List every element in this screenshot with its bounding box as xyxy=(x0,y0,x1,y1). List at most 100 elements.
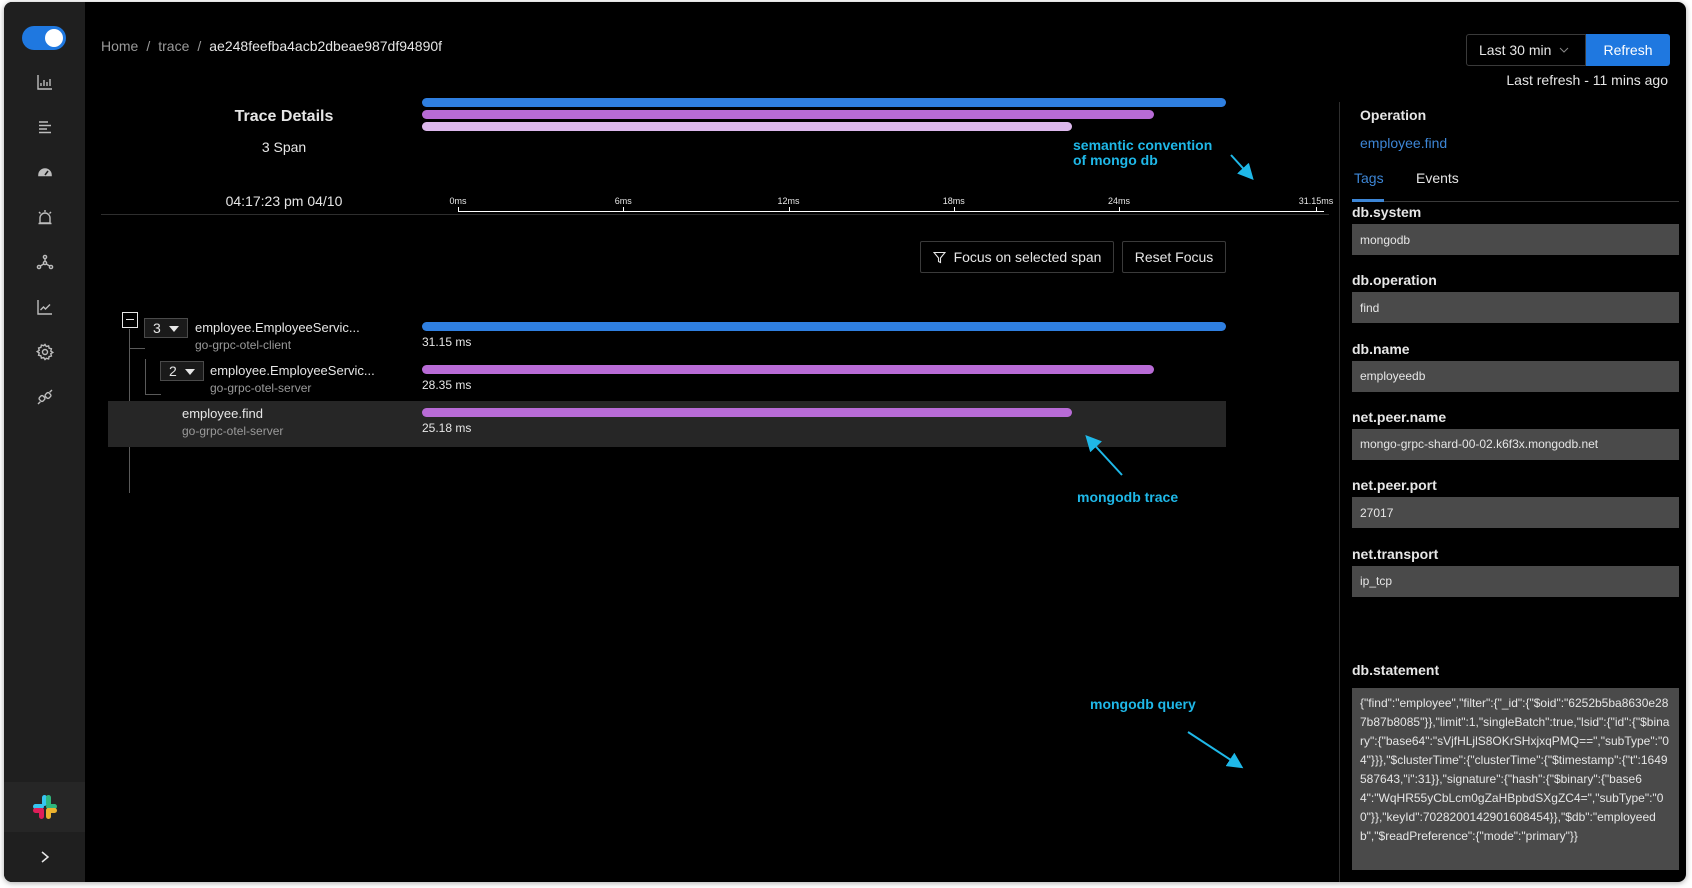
tag-key-db-statement: db.statement xyxy=(1352,662,1440,678)
refresh-button[interactable]: Refresh xyxy=(1586,34,1670,66)
graph-nodes-icon xyxy=(36,254,53,270)
tag-key: net.peer.name xyxy=(1352,408,1447,425)
span-children-toggle[interactable]: 2 xyxy=(160,361,204,381)
span-service: go-grpc-otel-server xyxy=(210,381,312,395)
annotation-semantic-convention: semantic convention of mongo db xyxy=(1073,138,1212,168)
caret-down-icon xyxy=(185,369,195,375)
axis-tick-label: 0ms xyxy=(449,196,467,206)
focus-selected-span-button[interactable]: Focus on selected span xyxy=(920,241,1114,273)
span-duration-label: 31.15 ms xyxy=(422,335,472,349)
sidebar-item-alerts[interactable] xyxy=(4,195,85,239)
sidebar-item-settings[interactable] xyxy=(4,330,85,374)
operation-value[interactable]: employee.find xyxy=(1360,135,1447,151)
axis-tick xyxy=(1119,207,1121,212)
breadcrumb-separator: / xyxy=(146,38,151,54)
time-range-select[interactable]: Last 30 min xyxy=(1466,34,1586,66)
details-tabs: Tags Events xyxy=(1352,162,1679,202)
span-name: employee.EmployeeServic... xyxy=(195,320,360,335)
annotation-mongodb-query: mongodb query xyxy=(1090,696,1196,712)
breadcrumb-home[interactable]: Home xyxy=(101,38,138,54)
alarm-icon xyxy=(38,210,51,225)
tag-value: employeedb xyxy=(1352,360,1679,392)
plug-icon xyxy=(37,389,52,405)
breadcrumb-trace-id: ae248feefba4acb2dbeae987df94890f xyxy=(209,38,443,54)
breadcrumb-trace[interactable]: trace xyxy=(158,38,189,54)
tag-value: ip_tcp xyxy=(1352,565,1679,597)
axis-tick xyxy=(623,207,625,212)
sidebar-item-metrics[interactable] xyxy=(4,285,85,329)
tab-events[interactable]: Events xyxy=(1416,170,1459,196)
children-count: 3 xyxy=(153,320,161,336)
tag-value: mongodb xyxy=(1352,224,1679,255)
axis-tick-label: 24ms xyxy=(1108,196,1131,206)
slack-icon xyxy=(32,795,57,819)
axis-tick-label: 6ms xyxy=(614,196,632,206)
header-divider xyxy=(101,214,1329,215)
span-duration-label: 25.18 ms xyxy=(422,421,472,435)
axis-tick xyxy=(953,207,955,212)
chevron-right-icon xyxy=(41,851,49,863)
axis-tick xyxy=(1316,207,1317,212)
tag-key: net.peer.port xyxy=(1352,477,1437,494)
axis-tick xyxy=(788,207,790,212)
minimap-bar xyxy=(422,98,1226,107)
theme-toggle[interactable] xyxy=(22,26,66,50)
toggle-knob xyxy=(45,29,63,47)
sidebar-item-services[interactable] xyxy=(4,60,85,104)
annotation-mongodb-trace: mongodb trace xyxy=(1077,489,1179,505)
bar-chart-icon xyxy=(36,75,52,90)
sidebar-item-traces[interactable] xyxy=(4,105,85,149)
panel-divider xyxy=(1339,102,1340,882)
gear-icon xyxy=(35,343,54,361)
reset-focus-button[interactable]: Reset Focus xyxy=(1122,241,1226,273)
sidebar-item-dashboard[interactable] xyxy=(4,150,85,194)
slack-button[interactable] xyxy=(4,782,85,832)
tab-tags[interactable]: Tags xyxy=(1354,170,1384,196)
tag-value: mongo-grpc-shard-00-02.k6f3x.mongodb.net xyxy=(1352,428,1679,460)
tag-value: 27017 xyxy=(1352,497,1679,529)
trace-title: Trace Details xyxy=(234,108,334,125)
tab-tags-label: Tags xyxy=(1354,170,1384,186)
axis-line xyxy=(458,211,1324,212)
tag-key: db.name xyxy=(1352,340,1410,357)
span-children-toggle[interactable]: 3 xyxy=(144,318,188,338)
axis-tick-label: 18ms xyxy=(942,196,965,206)
axis-tick-label: 12ms xyxy=(777,196,800,206)
filter-icon xyxy=(932,251,946,263)
trace-start-time: 04:17:23 pm 04/10 xyxy=(225,193,343,209)
sidebar-item-service-map[interactable] xyxy=(4,240,85,284)
axis-tick xyxy=(458,207,459,212)
axis-tick-label: 31.15ms xyxy=(1298,196,1334,206)
span-duration-bar[interactable] xyxy=(422,365,1154,374)
active-tab-indicator xyxy=(1352,199,1384,202)
list-icon xyxy=(38,121,51,134)
tab-events-label: Events xyxy=(1416,170,1459,186)
line-chart-icon xyxy=(36,300,52,315)
span-name: employee.EmployeeServic... xyxy=(210,363,375,378)
span-duration-bar[interactable] xyxy=(422,322,1226,331)
tag-value: find xyxy=(1352,292,1679,324)
tag-key: net.transport xyxy=(1352,545,1439,562)
reset-label: Reset Focus xyxy=(1134,249,1214,265)
arrow-to-tags xyxy=(1230,154,1254,180)
span-duration-bar[interactable] xyxy=(422,408,1072,417)
children-count: 2 xyxy=(169,363,177,379)
span-name: employee.find xyxy=(182,406,263,421)
span-duration-label: 28.35 ms xyxy=(422,378,472,392)
tag-key: db.operation xyxy=(1352,272,1437,289)
arrow-to-statement xyxy=(1187,731,1244,769)
minimap-bar xyxy=(422,122,1072,131)
expand-sidebar-button[interactable] xyxy=(4,837,85,877)
breadcrumb: Home / trace / ae248feefba4acb2dbeae987d… xyxy=(101,38,442,54)
span-count: 3 Span xyxy=(261,139,307,155)
last-refresh-text: Last refresh - 11 mins ago xyxy=(1506,72,1668,88)
span-service: go-grpc-otel-client xyxy=(195,338,292,352)
annotation-line: of mongo db xyxy=(1073,152,1158,168)
chevron-down-icon xyxy=(1560,47,1569,53)
sidebar-item-integrations[interactable] xyxy=(4,375,85,419)
time-range-value: Last 30 min xyxy=(1479,42,1552,58)
gauge-icon xyxy=(36,166,53,178)
tag-value-db-statement: {"find":"employee","filter":{"_id":{"$oi… xyxy=(1352,688,1679,870)
caret-down-icon xyxy=(169,326,179,332)
breadcrumb-separator: / xyxy=(197,38,202,54)
